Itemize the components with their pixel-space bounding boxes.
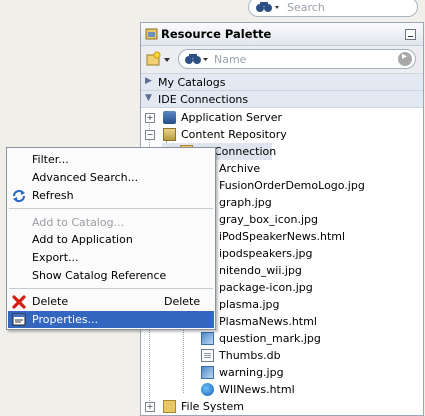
menu-item-delete[interactable]: Delete Delete [8,293,214,310]
tree-node-label: WIINews.html [219,383,295,396]
section-my-catalogs[interactable]: ▶ My Catalogs [141,74,423,91]
image-file-icon [201,366,214,379]
tree-node-label: question_mark.jpg [219,332,321,345]
menu-item-label: Filter... [32,153,69,166]
palette-search-placeholder: Name [214,53,247,66]
tree-node-label: PlasmaNews.html [219,315,317,328]
binoculars-icon [256,2,279,12]
menu-item-label: Delete [32,295,69,308]
search-go-icon[interactable] [398,51,412,66]
tree-node-label: package-icon.jpg [219,281,313,294]
resource-palette-icon [145,28,158,40]
tree-node-label: Content Repository [181,128,287,141]
menu-separator [9,208,213,209]
tree-node-label: nitendo_wii.jpg [219,264,302,277]
shortcut-label: Delete [164,295,201,308]
menu-item-show-catalog-reference[interactable]: Show Catalog Reference [8,267,214,284]
section-label: IDE Connections [158,93,249,106]
menu-item-label: Properties... [32,313,99,326]
collapse-icon[interactable]: − [145,130,155,140]
expanded-arrow-icon: ▼ [145,93,152,103]
binoculars-icon [185,54,208,64]
tree-node-label: graph.jpg [219,196,272,209]
tree-node-label: ipodspeakers.jpg [219,247,313,260]
menu-item-label: Add to Application [32,233,133,246]
palette-toolbar: Name [141,46,423,74]
global-search-placeholder: Search [287,0,325,14]
html-file-icon [201,383,214,396]
properties-icon [12,313,26,326]
tree-node-label: plasma.jpg [219,298,280,311]
menu-item-advanced-search[interactable]: Advanced Search... [8,169,214,186]
repository-icon [163,128,176,141]
tree-node-label: iPodSpeakerNews.html [219,230,346,243]
menu-separator [9,288,213,289]
menu-item-label: Show Catalog Reference [32,269,167,282]
palette-title: Resource Palette [161,27,272,41]
tree-node-label: FusionOrderDemoLogo.jpg [219,179,365,192]
image-file-icon [201,332,214,345]
folder-icon [163,400,176,413]
menu-item-label: Export... [32,251,79,264]
menu-item-filter[interactable]: Filter... [8,151,214,168]
global-search-field[interactable]: Search [248,0,418,17]
minimize-icon[interactable] [405,29,416,40]
menu-item-add-to-catalog: Add to Catalog... [8,214,214,231]
tree-node-label: warning.jpg [219,366,284,379]
tree-node-label: Application Server [181,111,283,124]
palette-search-field[interactable]: Name [178,49,416,69]
server-icon [163,111,176,124]
expand-icon[interactable]: + [145,402,155,412]
tree-node-label: Archive [219,162,261,175]
menu-item-label: Add to Catalog... [32,216,125,229]
section-label: My Catalogs [158,76,226,89]
menu-item-label: Refresh [32,189,74,202]
context-menu: Filter... Advanced Search... Refresh Add… [6,147,216,330]
tree-node-label: File System [181,400,244,413]
collapsed-arrow-icon: ▶ [145,76,152,86]
tree-node-label: Thumbs.db [219,349,281,362]
refresh-icon [12,189,26,203]
menu-item-export[interactable]: Export... [8,249,214,266]
new-connection-icon[interactable] [146,51,172,67]
menu-item-add-to-application[interactable]: Add to Application [8,231,214,248]
menu-item-refresh[interactable]: Refresh [8,187,214,204]
delete-icon [12,295,26,309]
tree-node-label: gray_box_icon.jpg [219,213,318,226]
menu-item-properties[interactable]: Properties... [8,311,214,328]
section-ide-connections[interactable]: ▼ IDE Connections [141,91,423,108]
palette-header: Resource Palette [141,23,423,46]
expand-icon[interactable]: + [145,113,155,123]
document-file-icon [201,349,214,362]
menu-item-label: Advanced Search... [32,171,139,184]
